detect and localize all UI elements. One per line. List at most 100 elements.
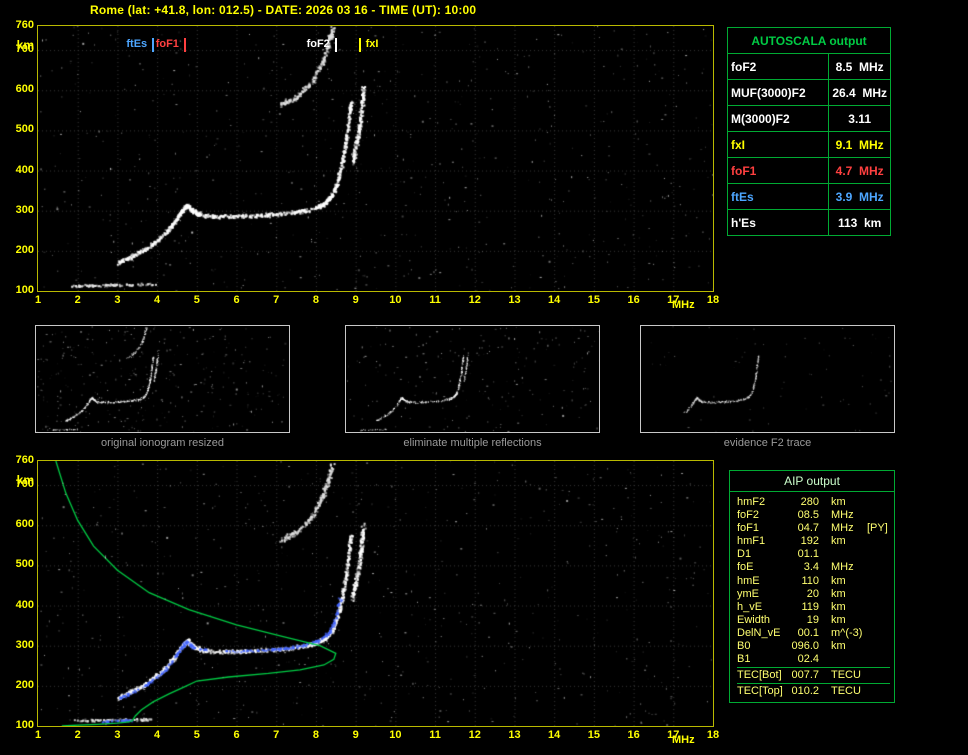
aip-extra <box>863 653 890 666</box>
aip-value: 096.0 <box>791 640 819 653</box>
aip-unit: TECU <box>831 669 861 682</box>
aip-value: 110 <box>801 574 819 587</box>
aip-unit: km <box>831 600 846 613</box>
aip-extra <box>863 669 890 682</box>
aip-label: TEC[Top] <box>737 685 783 698</box>
thumbnail-f2-trace-canvas <box>641 326 894 432</box>
main-y-tick-label: 600 <box>15 83 34 96</box>
aip-row: ymE 20 km <box>737 588 890 601</box>
profile-x-tick-label: 17 <box>667 729 680 741</box>
aip-unit: km <box>831 640 846 653</box>
autoscala-row-value: 26.4 MHz <box>828 79 891 106</box>
profile-y-tick-label: 500 <box>15 558 34 571</box>
aip-label: Ewidth <box>737 613 771 626</box>
fxi-marker-line <box>358 38 361 52</box>
aip-value: 007.7 <box>791 669 819 682</box>
aip-unit: km <box>831 587 846 600</box>
autoscala-row-label: M(3000)F2 <box>726 105 830 132</box>
profile-y-tick-label: 600 <box>15 518 34 531</box>
aip-row: D1 01.1 <box>737 548 890 561</box>
thumbnail-caption-original: original ionogram resized <box>101 437 224 449</box>
aip-unit: TECU <box>831 685 861 698</box>
autoscala-row: foF1 4.7 MHz <box>726 157 891 184</box>
aip-row: hmF1 192 km <box>737 535 890 548</box>
autoscala-row-value: 9.1 MHz <box>828 131 891 158</box>
profile-x-tick-label: 18 <box>706 729 720 741</box>
autoscala-row-value: 3.9 MHz <box>828 183 891 210</box>
page-title: Rome (lat: +41.8, lon: 012.5) - DATE: 20… <box>90 3 477 17</box>
autoscala-table-title: AUTOSCALA output <box>727 27 891 54</box>
autoscala-row: ftEs 3.9 MHz <box>726 183 891 210</box>
aip-label: h_vE <box>737 600 763 613</box>
main-x-tick-label: 12 <box>468 294 481 306</box>
aip-unit: m^(-3) <box>831 626 863 639</box>
aip-extra <box>863 535 890 548</box>
thumbnail-caption-multiples: eliminate multiple reflections <box>403 437 542 449</box>
autoscala-row: h'Es 113 km <box>726 209 891 236</box>
aip-extra <box>863 601 890 614</box>
autoscala-table-header-row: AUTOSCALA output <box>727 27 891 54</box>
aip-label: foE <box>737 561 754 574</box>
aip-output-panel: AIP output hmF2 280 km foF2 08.5 MHz foF1 04.7 M… <box>729 470 895 703</box>
main-x-tick-label: 4 <box>154 294 161 306</box>
aip-extra: [PY] <box>867 522 888 535</box>
aip-row: h_vE 119 km <box>737 601 890 614</box>
aip-label: hmE <box>737 574 760 587</box>
autoscala-row-label: ftEs <box>726 183 830 210</box>
aip-unit <box>819 548 863 561</box>
aip-extra <box>863 561 890 574</box>
main-x-tick-label: 13 <box>508 294 521 306</box>
aip-label: TEC[Bot] <box>737 669 782 682</box>
profile-x-tick-label: 15 <box>587 729 600 741</box>
fof2-marker-line <box>334 38 337 52</box>
aip-row: Ewidth 19 km <box>737 614 890 627</box>
profile-x-tick-label: 6 <box>233 729 240 741</box>
aip-value: 08.5 <box>797 509 819 522</box>
thumbnail-f2-trace <box>640 325 895 433</box>
autoscala-row-label: MUF(3000)F2 <box>726 79 830 106</box>
profile-y-tick-label: 200 <box>15 678 34 691</box>
profile-y-tick-label: 300 <box>15 638 34 651</box>
profile-x-tick-label: 11 <box>429 729 441 741</box>
main-x-tick-label: 17 <box>667 294 680 306</box>
thumbnail-multiple-reflections <box>345 325 600 433</box>
main-y-tick-label: 200 <box>15 243 34 256</box>
aip-row: TEC[Top] 010.2 TECU <box>737 683 890 698</box>
main-x-tick-label: 16 <box>627 294 640 306</box>
aip-extra <box>863 614 890 627</box>
aip-row: hmF2 280 km <box>737 496 890 509</box>
aip-value: 04.7 <box>797 522 819 535</box>
autoscala-output-table: AUTOSCALA output foF2 8.5 MHz MUF(3000)F2 2… <box>726 27 891 236</box>
aip-panel-title: AIP output <box>730 471 894 492</box>
aip-unit: MHz <box>831 561 854 574</box>
aip-label: B1 <box>737 653 751 666</box>
profile-x-tick-label: 13 <box>508 729 521 741</box>
frequency-marker-layer: ftEs foF1 foF2 fxI <box>38 26 713 291</box>
main-x-tick-label: 8 <box>312 294 319 306</box>
aip-rows-container: hmF2 280 km foF2 08.5 MHz foF1 04.7 MHz [PY] hmF1 1… <box>730 492 894 698</box>
aip-value: 20 <box>806 587 819 600</box>
aip-label: foF1 <box>737 522 760 535</box>
aip-value: 02.4 <box>797 653 819 666</box>
autoscala-row-label: h'Es <box>726 209 830 236</box>
main-x-tick-label: 7 <box>273 294 280 306</box>
fof1-marker-label: foF1 <box>155 38 179 50</box>
autoscala-row: foF2 8.5 MHz <box>726 53 891 80</box>
aip-value: 00.1 <box>797 626 819 639</box>
profile-y-tick-label: 760 <box>15 454 34 466</box>
main-x-tick-label: 2 <box>74 294 81 306</box>
aip-row: foE 3.4 MHz <box>737 561 890 574</box>
aip-extra <box>863 685 890 698</box>
aip-row: foF2 08.5 MHz <box>737 509 890 522</box>
aip-extra <box>863 627 890 640</box>
fof2-marker-label: foF2 <box>306 38 330 50</box>
aip-label: B0 <box>737 640 751 653</box>
main-x-tick-label: 6 <box>233 294 240 306</box>
aip-label: hmF2 <box>737 496 766 508</box>
profile-x-tick-label: 12 <box>468 729 481 741</box>
main-x-tick-label: 5 <box>193 294 200 306</box>
aip-unit: km <box>831 613 846 626</box>
aip-unit: MHz <box>831 509 854 522</box>
fof1-marker-line <box>183 38 186 52</box>
aip-value: 3.4 <box>803 561 819 574</box>
